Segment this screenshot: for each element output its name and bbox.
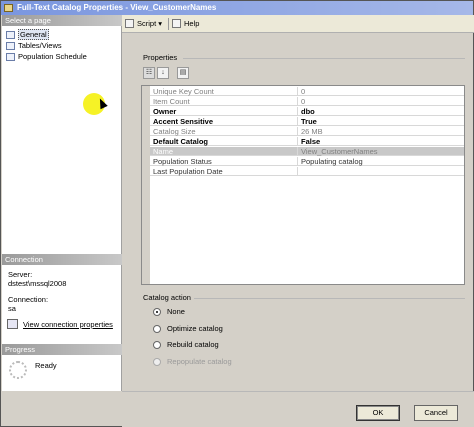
property-row[interactable]: Unique Key Count 0 [150, 87, 464, 96]
server-label: Server: [8, 270, 33, 279]
page-icon [6, 53, 15, 61]
radio-rebuild-catalog[interactable]: Rebuild catalog [153, 340, 219, 350]
radio-indicator [153, 341, 161, 349]
help-label: Help [184, 19, 200, 28]
property-value: 0 [297, 97, 462, 106]
property-row[interactable]: Name View_CustomerNames [150, 147, 464, 156]
script-icon [125, 19, 134, 28]
properties-divider [183, 58, 465, 59]
property-row[interactable]: Population Status Populating catalog [150, 157, 464, 166]
progress-spinner-icon [9, 361, 27, 379]
property-grid-gutter [142, 86, 150, 284]
progress-status: Ready [35, 361, 57, 370]
property-row[interactable]: Default Catalog False [150, 137, 464, 146]
property-row[interactable]: Last Population Date [150, 167, 464, 176]
property-row[interactable]: Accent Sensitive True [150, 117, 464, 126]
radio-repopulate-catalog: Repopulate catalog [153, 357, 232, 367]
properties-legend: Properties [143, 53, 178, 62]
radio-label: Repopulate catalog [167, 357, 232, 366]
property-row[interactable]: Item Count 0 [150, 97, 464, 106]
property-value: Populating catalog [297, 157, 462, 166]
property-value: 26 MB [297, 127, 462, 136]
page-icon [6, 42, 15, 50]
chevron-down-icon: ▾ [158, 19, 163, 28]
connection-label: Connection: [8, 295, 49, 304]
page-item-tables-views[interactable]: Tables/Views [5, 41, 62, 51]
property-grid-toolbar: ☷ ↓ ▤ [141, 66, 467, 80]
properties-dialog: Full-Text Catalog Properties - View_Cust… [0, 0, 474, 427]
progress-header: Progress [2, 344, 122, 355]
property-value[interactable]: False [297, 137, 462, 146]
window-title: Full-Text Catalog Properties - View_Cust… [17, 3, 217, 12]
page-label: Population Schedule [18, 52, 87, 61]
property-name: Default Catalog [153, 137, 209, 146]
categorized-view-icon[interactable]: ☷ [143, 67, 155, 79]
property-name: Item Count [153, 97, 190, 106]
help-button[interactable]: Help [172, 18, 199, 30]
property-name: Catalog Size [153, 127, 196, 136]
radio-label: None [167, 307, 185, 316]
help-icon [172, 19, 181, 28]
property-row[interactable]: Owner dbo [150, 107, 464, 116]
catalog-action-legend: Catalog action [143, 293, 191, 302]
connection-properties-icon [7, 319, 18, 329]
left-pane: Select a page General Tables/Views Popul… [2, 15, 122, 391]
cancel-button[interactable]: Cancel [414, 405, 458, 421]
title-bar: Full-Text Catalog Properties - View_Cust… [1, 1, 473, 15]
view-connection-properties-link[interactable]: View connection properties [23, 320, 113, 329]
radio-indicator [153, 358, 161, 366]
property-name: Unique Key Count [153, 87, 214, 96]
property-value: View_CustomerNames [297, 147, 462, 156]
property-value[interactable]: True [297, 117, 462, 126]
script-button[interactable]: Script ▾ [125, 18, 162, 30]
property-name: Population Status [153, 157, 212, 166]
page-icon [6, 31, 15, 39]
script-label: Script [137, 19, 157, 28]
alphabetical-sort-icon[interactable]: ↓ [157, 67, 169, 79]
ok-button[interactable]: OK [356, 405, 400, 421]
page-label: General [18, 29, 49, 40]
select-page-header: Select a page [2, 15, 122, 26]
property-grid: Unique Key Count 0 Item Count 0 Owner dbo Acce… [141, 85, 465, 285]
radio-indicator [153, 325, 161, 333]
catalog-icon [4, 4, 13, 12]
radio-none[interactable]: None [153, 307, 185, 317]
property-value [297, 167, 462, 176]
page-label: Tables/Views [18, 41, 62, 50]
radio-indicator [153, 308, 161, 316]
property-name: Name [153, 147, 174, 156]
connection-value: sa [8, 304, 16, 313]
property-pages-icon[interactable]: ▤ [177, 67, 189, 79]
property-row[interactable]: Catalog Size 26 MB [150, 127, 464, 136]
property-name: Accent Sensitive [153, 117, 214, 126]
toolbar-separator [168, 18, 169, 30]
radio-label: Optimize catalog [167, 324, 223, 333]
radio-label: Rebuild catalog [167, 340, 219, 349]
property-value[interactable]: dbo [297, 107, 462, 116]
property-name: Owner [153, 107, 177, 116]
server-value: dstest\mssql2008 [8, 279, 67, 288]
page-item-general[interactable]: General [5, 29, 49, 40]
property-value: 0 [297, 87, 462, 96]
radio-optimize-catalog[interactable]: Optimize catalog [153, 324, 223, 334]
catalog-action-divider [194, 298, 465, 299]
connection-header: Connection [2, 254, 122, 265]
page-item-population-schedule[interactable]: Population Schedule [5, 52, 87, 62]
toolbar: Script ▾ Help [122, 15, 474, 33]
property-name: Last Population Date [153, 167, 223, 176]
